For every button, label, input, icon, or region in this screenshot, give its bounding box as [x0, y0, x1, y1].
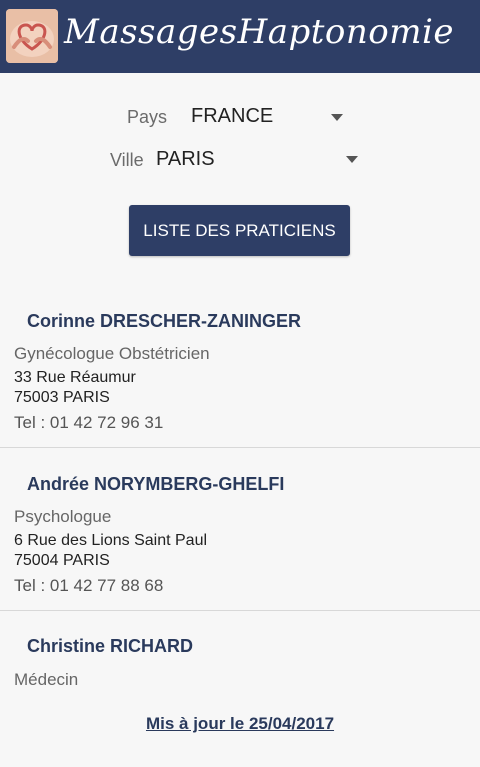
- practitioner-address-city: 75003 PARIS: [14, 389, 110, 406]
- practitioner-address-street: 6 Rue des Lions Saint Paul: [14, 532, 208, 549]
- practitioner-specialty: Médecin: [14, 670, 79, 689]
- practitioner-specialty: Psychologue: [14, 507, 112, 526]
- practitioner-name: Christine RICHARD: [27, 636, 194, 656]
- city-value[interactable]: PARIS: [156, 148, 215, 171]
- app-title: MassagesHaptonomie: [64, 12, 455, 52]
- logo-hands-heart-icon: [6, 9, 58, 63]
- divider: [0, 610, 480, 611]
- country-label: Pays: [127, 107, 168, 127]
- country-value[interactable]: FRANCE: [191, 105, 273, 128]
- practitioner-name: Andrée NORYMBERG-GHELFI: [27, 474, 285, 494]
- practitioner-name: Corinne DRESCHER-ZANINGER: [27, 311, 302, 331]
- chevron-down-icon[interactable]: [331, 114, 343, 121]
- practitioner-specialty: Gynécologue Obstétricien: [14, 344, 210, 363]
- practitioner-phone[interactable]: Tel : 01 42 77 88 68: [14, 576, 163, 596]
- city-label: Ville: [110, 150, 144, 170]
- practitioner-phone[interactable]: Tel : 01 42 72 96 31: [14, 413, 163, 433]
- app-header: MassagesHaptonomie: [0, 0, 480, 73]
- practitioner-address-city: 75004 PARIS: [14, 552, 110, 569]
- divider: [0, 447, 480, 448]
- chevron-down-icon[interactable]: [346, 156, 358, 163]
- practitioner-address-street: 33 Rue Réaumur: [14, 369, 136, 386]
- list-practitioners-button[interactable]: LISTE DES PRATICIENS: [129, 205, 350, 256]
- last-updated-link[interactable]: Mis à jour le 25/04/2017: [0, 714, 480, 734]
